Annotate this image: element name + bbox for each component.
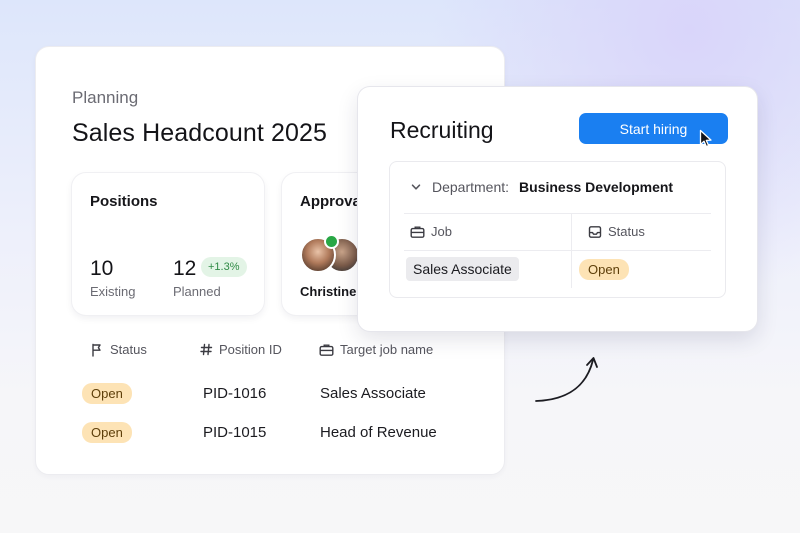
- divider: [404, 213, 711, 214]
- department-label: Department:: [432, 179, 510, 195]
- delta-badge: +1.3%: [201, 257, 247, 277]
- positions-title: Positions: [90, 193, 158, 210]
- divider: [404, 250, 711, 251]
- cursor-icon: [699, 129, 713, 154]
- target-job-cell[interactable]: Head of Revenue: [320, 424, 437, 441]
- column-header-label: Status: [608, 224, 645, 239]
- existing-label: Existing: [90, 284, 136, 299]
- briefcase-icon: [319, 343, 334, 357]
- column-header-label: Target job name: [340, 342, 434, 357]
- approvals-title: Approva: [300, 193, 361, 210]
- approver-name: Christine: [300, 284, 357, 299]
- recruiting-title: Recruiting: [390, 117, 494, 143]
- status-badge: Open: [82, 383, 132, 404]
- department-value: Business Development: [519, 179, 674, 195]
- position-id-cell[interactable]: PID-1016: [203, 385, 266, 402]
- planning-eyebrow: Planning: [72, 88, 139, 107]
- planned-label: Planned: [173, 284, 221, 299]
- job-chip[interactable]: Sales Associate: [406, 257, 519, 281]
- planned-count: 12: [173, 257, 197, 280]
- status-badge: Open: [579, 259, 629, 280]
- recruiting-card: Recruiting Start hiring Department: Busi…: [358, 87, 757, 331]
- positions-card[interactable]: Positions 10 Existing 12 Planned +1.3%: [72, 173, 264, 315]
- column-header-status[interactable]: Status: [588, 224, 645, 239]
- page-title: Sales Headcount 2025: [72, 119, 327, 147]
- target-job-cell[interactable]: Sales Associate: [320, 385, 426, 402]
- column-header-label: Job: [431, 224, 452, 239]
- column-header-position-id[interactable]: Position ID: [200, 342, 282, 357]
- existing-count: 10: [90, 257, 114, 280]
- column-header-job[interactable]: Job: [410, 224, 452, 239]
- column-header-label: Position ID: [219, 342, 282, 357]
- column-header-label: Status: [110, 342, 147, 357]
- inbox-icon: [588, 225, 602, 239]
- department-group-header[interactable]: Department: Business Development: [410, 179, 673, 195]
- hash-icon: [200, 343, 213, 356]
- briefcase-icon: [410, 225, 425, 239]
- flag-icon: [90, 343, 104, 357]
- online-status-dot: [324, 234, 339, 249]
- curved-arrow-icon: [530, 350, 605, 413]
- column-header-status[interactable]: Status: [90, 342, 147, 357]
- column-header-target-job[interactable]: Target job name: [319, 342, 433, 357]
- status-badge: Open: [82, 422, 132, 443]
- department-group: Department: Business Development Job Sta…: [389, 161, 726, 298]
- position-id-cell[interactable]: PID-1015: [203, 424, 266, 441]
- chevron-down-icon[interactable]: [410, 181, 422, 193]
